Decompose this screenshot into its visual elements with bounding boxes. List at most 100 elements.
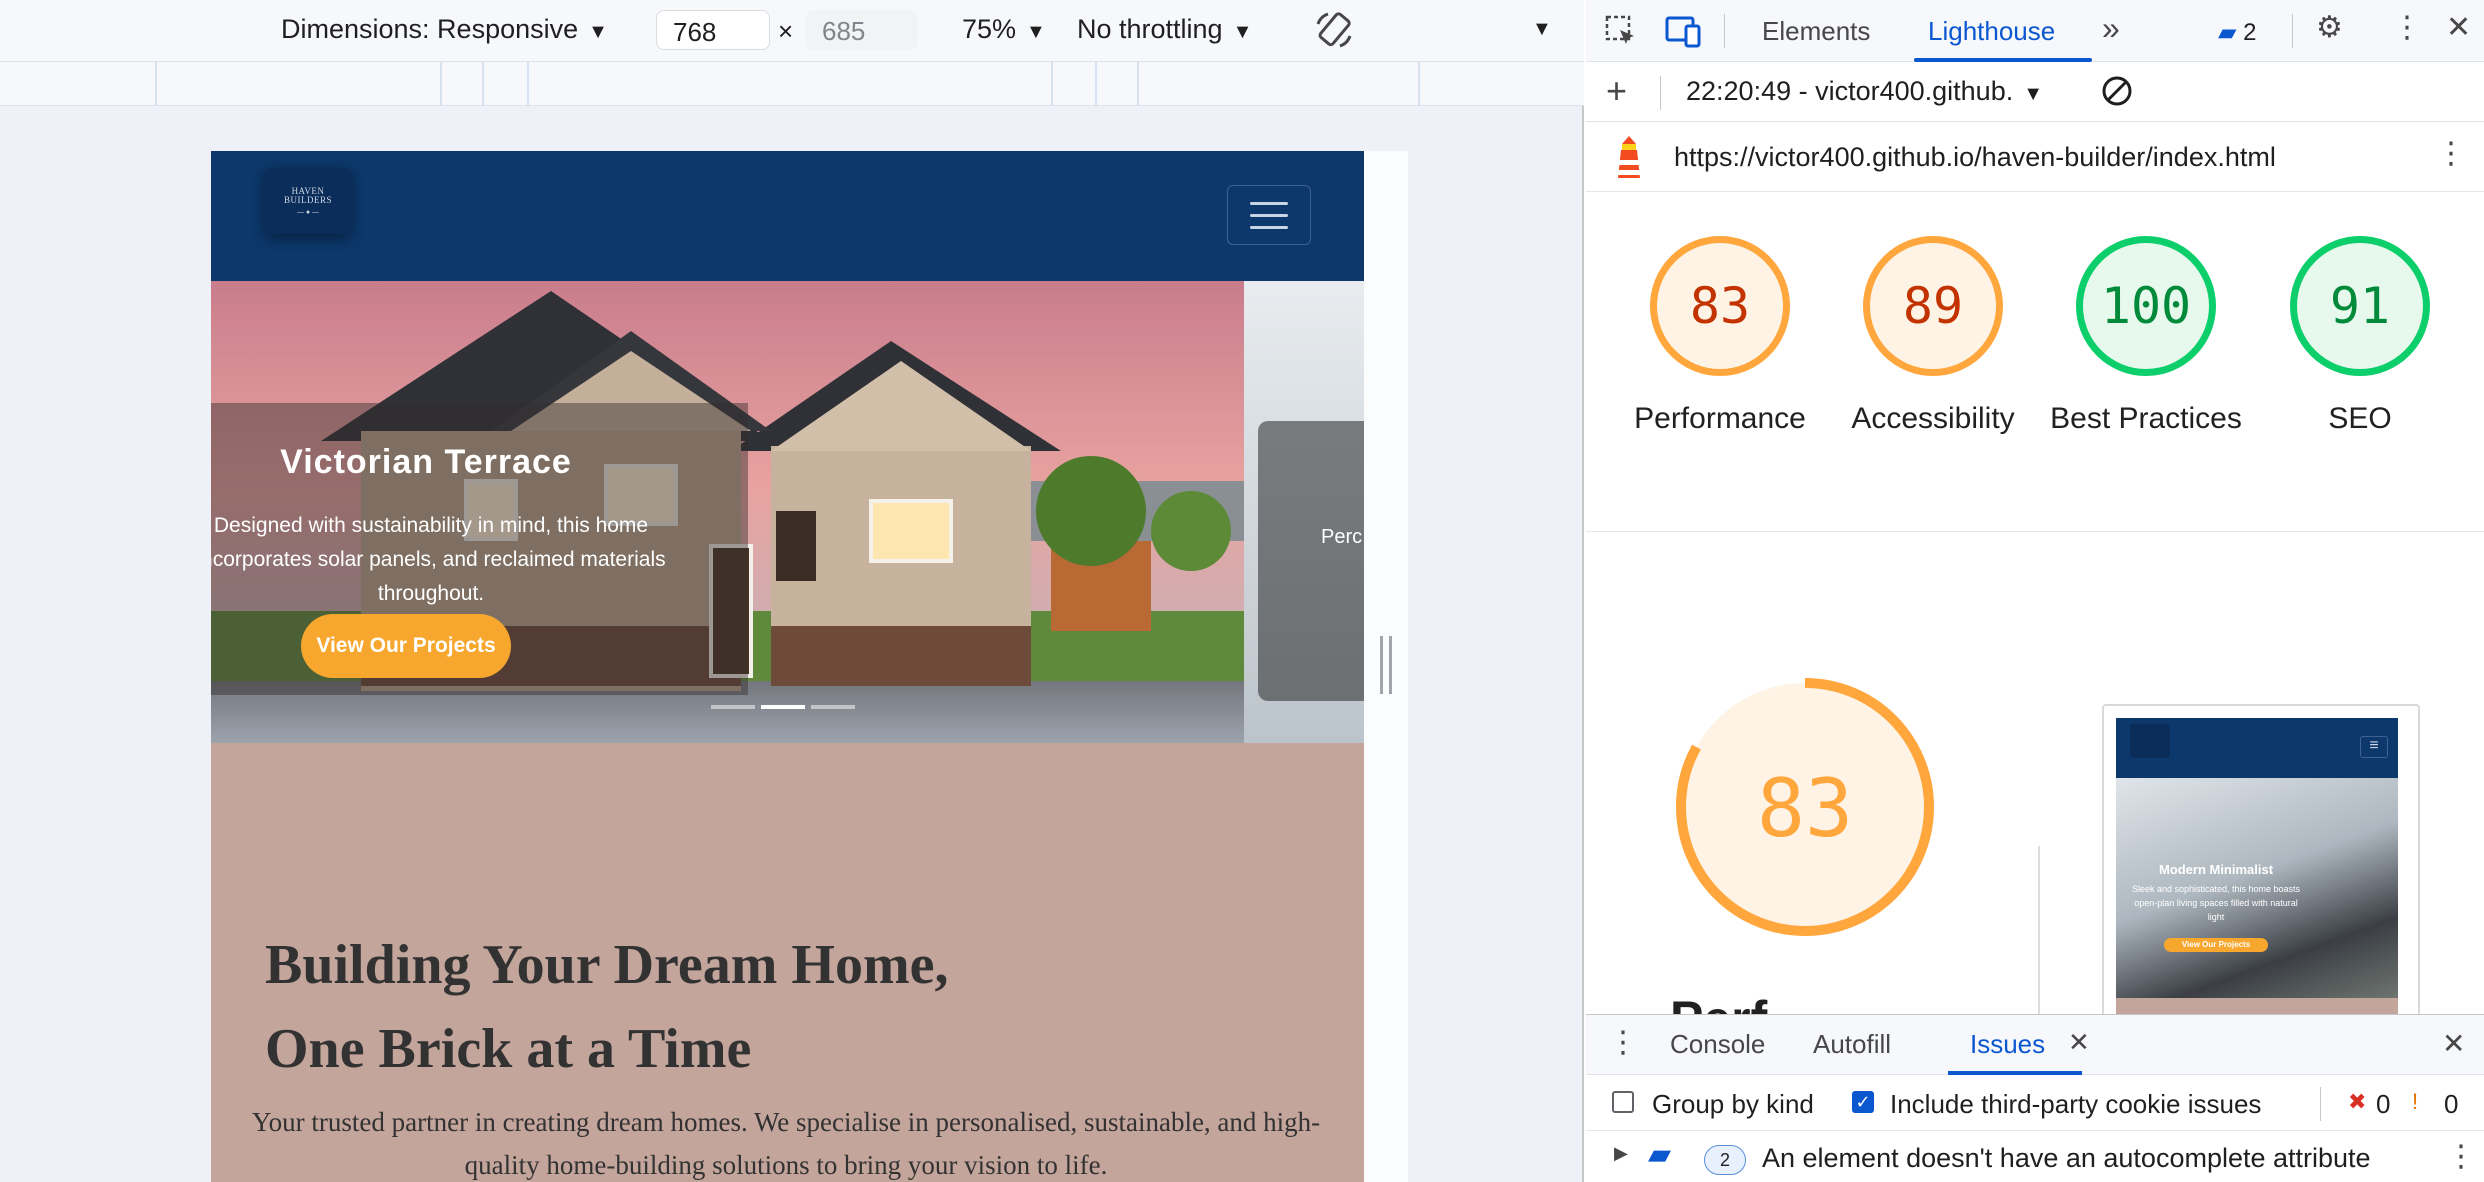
url-more-options-icon[interactable]: ⋮ bbox=[2436, 136, 2466, 171]
close-devtools-icon[interactable]: ✕ bbox=[2446, 10, 2471, 45]
next-slide-text: Perc bbox=[1321, 526, 1363, 548]
hamburger-menu-button[interactable] bbox=[1227, 185, 1311, 245]
media-query-segment[interactable] bbox=[527, 62, 1051, 106]
next-slide-caption-panel bbox=[1258, 421, 1364, 701]
dimensions-dropdown[interactable]: Dimensions: Responsive ▼ bbox=[281, 14, 608, 45]
caret-down-icon: ▼ bbox=[2023, 83, 2044, 105]
report-selector[interactable]: 22:20:49 - victor400.github. ▼ bbox=[1686, 76, 2043, 107]
lighthouse-toolbar: + 22:20:49 - victor400.github. ▼ bbox=[1586, 62, 2484, 122]
performance-gauge[interactable]: 83 bbox=[1650, 236, 1790, 376]
media-query-segment[interactable] bbox=[1051, 62, 1095, 106]
caret-down-icon: ▼ bbox=[1232, 21, 1253, 43]
media-query-segment[interactable] bbox=[482, 62, 527, 106]
next-slide-preview: Perc bbox=[1244, 281, 1364, 743]
close-issues-tab-icon[interactable]: ✕ bbox=[2068, 1027, 2090, 1058]
drawer-tab-autofill[interactable]: Autofill bbox=[1813, 1029, 1891, 1060]
performance-large-score: 83 bbox=[1756, 762, 1854, 855]
final-screenshot-thumbnail[interactable]: ≡ Modern Minimalist Sleek and sophistica… bbox=[2102, 704, 2420, 1014]
issue-count-badge: 2 bbox=[1704, 1145, 1746, 1175]
drawer-tab-issues[interactable]: Issues bbox=[1970, 1029, 2045, 1060]
seo-gauge[interactable]: 91 bbox=[2290, 236, 2430, 376]
throttling-label: No throttling bbox=[1077, 14, 1223, 44]
slide-title: Victorian Terrace bbox=[280, 443, 572, 481]
inspect-element-icon[interactable] bbox=[1604, 14, 1638, 56]
devtools-tabbar: Elements Lighthouse » ▰ 2 ⚙ ⋮ ✕ bbox=[1586, 0, 2484, 62]
group-by-kind-checkbox[interactable] bbox=[1612, 1091, 1634, 1113]
accessibility-gauge[interactable]: 89 bbox=[1863, 236, 2003, 376]
seo-label: SEO bbox=[2328, 402, 2392, 435]
best-practices-gauge[interactable]: 100 bbox=[2076, 236, 2216, 376]
emulated-page: HAVEN BUILDERS — ● — Victorian Terrace D… bbox=[211, 151, 1364, 1182]
slide-text: Designed with sustainability in mind, th… bbox=[211, 514, 666, 605]
thumbnail-button: View Our Projects bbox=[2164, 938, 2268, 952]
issue-row[interactable]: ▶ ▰ 2 An element doesn't have an autocom… bbox=[1586, 1131, 2484, 1182]
media-query-segment[interactable] bbox=[440, 62, 482, 106]
rotate-icon[interactable] bbox=[1314, 10, 1354, 57]
zoom-label: 75% bbox=[962, 14, 1017, 44]
detail-divider bbox=[2038, 846, 2040, 1014]
media-query-segment[interactable] bbox=[1137, 62, 1420, 106]
intro-section: Building Your Dream Home, One Brick at a… bbox=[211, 743, 1364, 1182]
intro-text: Your trusted partner in creating dream h… bbox=[251, 1107, 1321, 1180]
zoom-dropdown[interactable]: 75% ▼ bbox=[962, 14, 1046, 45]
media-query-bar bbox=[0, 62, 1584, 106]
media-query-segment[interactable] bbox=[1095, 62, 1137, 106]
clear-reports-icon[interactable] bbox=[2100, 74, 2134, 116]
caret-down-icon: ▼ bbox=[1026, 21, 1046, 43]
devtools-panel: Elements Lighthouse » ▰ 2 ⚙ ⋮ ✕ + 22:20:… bbox=[1586, 0, 2484, 1182]
carousel-indicator-active[interactable] bbox=[761, 705, 805, 709]
thumbnail-hero: Modern Minimalist Sleek and sophisticate… bbox=[2116, 778, 2398, 998]
more-tabs-chevron-icon[interactable]: » bbox=[2102, 10, 2120, 47]
times-sign: × bbox=[778, 16, 794, 46]
thumbnail-header: ≡ bbox=[2116, 718, 2398, 778]
throttling-dropdown[interactable]: No throttling ▼ bbox=[1077, 14, 1252, 45]
more-options-icon[interactable]: ⋮ bbox=[2392, 10, 2422, 45]
lighthouse-score-gauges: 83 Performance 89 Accessibility 100 Best… bbox=[1586, 192, 2484, 532]
view-projects-button[interactable]: View Our Projects bbox=[301, 614, 511, 678]
group-by-kind-label: Group by kind bbox=[1652, 1089, 1814, 1119]
carousel-indicator[interactable] bbox=[811, 705, 855, 709]
warning-count: 0 bbox=[2444, 1089, 2459, 1119]
drawer-tabbar: ⋮ Console Autofill Issues ✕ ✕ bbox=[1586, 1015, 2484, 1075]
tab-lighthouse[interactable]: Lighthouse bbox=[1928, 16, 2055, 47]
site-logo[interactable]: HAVEN BUILDERS — ● — bbox=[265, 168, 351, 234]
intro-heading: Building Your Dream Home, One Brick at a… bbox=[265, 923, 1165, 1091]
toolbar-separator bbox=[2292, 14, 2293, 48]
height-input[interactable]: 685 bbox=[806, 10, 918, 50]
toolbar-separator bbox=[1660, 76, 1661, 110]
include-third-party-label: Include third-party cookie issues bbox=[1890, 1089, 2262, 1119]
issue-more-icon[interactable]: ⋮ bbox=[2446, 1139, 2476, 1174]
issues-count: 2 bbox=[2243, 19, 2257, 46]
drawer-menu-icon[interactable]: ⋮ bbox=[1608, 1025, 1638, 1060]
accessibility-label: Accessibility bbox=[1851, 402, 2015, 435]
media-query-segment[interactable] bbox=[155, 62, 440, 106]
warning-icon: ! bbox=[2412, 1089, 2419, 1114]
issues-counter-button[interactable]: ▰ 2 bbox=[2218, 18, 2257, 47]
device-toolbar: Dimensions: Responsive ▼ 768 × 685 75% ▼ N… bbox=[0, 0, 1584, 62]
device-toggle-icon[interactable] bbox=[1664, 14, 1702, 56]
close-drawer-icon[interactable]: ✕ bbox=[2442, 1027, 2465, 1060]
carousel-indicator[interactable] bbox=[711, 705, 755, 709]
thumbnail-slide-title: Modern Minimalist bbox=[2158, 862, 2274, 877]
new-report-plus-icon[interactable]: + bbox=[1606, 70, 1627, 112]
expand-triangle-icon[interactable]: ▶ bbox=[1614, 1143, 1628, 1164]
width-input[interactable]: 768 bbox=[656, 10, 770, 50]
thumbnail-menu-icon: ≡ bbox=[2360, 736, 2388, 758]
include-third-party-checkbox[interactable]: ✓ bbox=[1852, 1091, 1874, 1113]
more-options-caret-icon[interactable]: ▼ bbox=[1532, 18, 1552, 41]
intro-heading-line: Building Your Dream Home, bbox=[265, 934, 949, 996]
toolbar-separator bbox=[1724, 14, 1725, 48]
lighthouse-url-bar: https://victor400.github.io/haven-builde… bbox=[1586, 122, 2484, 192]
menu-bar bbox=[1250, 201, 1288, 205]
message-icon: ▰ bbox=[2218, 19, 2237, 46]
drawer-tab-console[interactable]: Console bbox=[1670, 1029, 1765, 1060]
logo-dots: — ● — bbox=[296, 208, 320, 216]
thumbnail-logo bbox=[2130, 724, 2170, 758]
settings-gear-icon[interactable]: ⚙ bbox=[2316, 10, 2343, 45]
menu-bar bbox=[1250, 213, 1288, 217]
resize-handle[interactable] bbox=[1380, 636, 1392, 694]
intro-heading-line: One Brick at a Time bbox=[265, 1018, 752, 1080]
tab-elements[interactable]: Elements bbox=[1762, 16, 1870, 47]
error-icon: ✖ bbox=[2348, 1089, 2367, 1114]
dimensions-label: Dimensions: Responsive bbox=[281, 14, 579, 44]
